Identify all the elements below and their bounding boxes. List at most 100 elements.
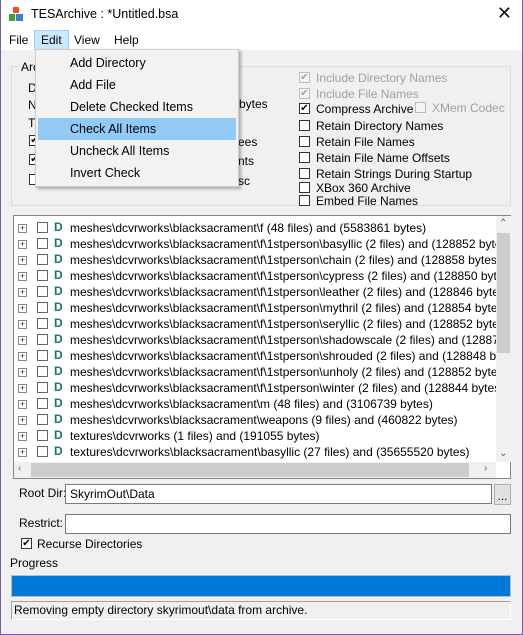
list-item[interactable]: + Dmeshes\dcvrworks\blacksacrament\f\1stp… <box>14 300 497 316</box>
list-item[interactable]: + Dmeshes\dcvrworks\blacksacrament\m (48 … <box>14 396 497 412</box>
directory-icon: D <box>54 332 63 346</box>
expand-icon[interactable]: + <box>18 320 27 329</box>
retain-strings-during-startup-checkbox[interactable] <box>299 168 310 179</box>
compress-archive-checkbox[interactable]: ✔ <box>299 103 310 114</box>
menu-bar: File Edit View Help <box>1 30 522 50</box>
directory-icon: D <box>54 236 63 250</box>
item-label: meshes\dcvrworks\blacksacrament\f\1stper… <box>70 237 497 251</box>
embed-file-names-checkbox[interactable] <box>299 195 310 206</box>
retain-file-name-offsets-checkbox[interactable] <box>299 152 310 163</box>
item-label: meshes\dcvrworks\blacksacrament\f\1stper… <box>70 333 497 347</box>
item-checkbox[interactable] <box>37 446 48 457</box>
xbox-360-archive-checkbox[interactable] <box>299 182 310 193</box>
item-checkbox[interactable] <box>37 254 48 265</box>
item-checkbox[interactable] <box>37 318 48 329</box>
list-item[interactable]: + Dmeshes\dcvrworks\blacksacrament\f\1stp… <box>14 284 497 300</box>
close-icon[interactable]: ✕ <box>497 3 512 24</box>
retain-directory-names-checkbox[interactable] <box>299 120 310 131</box>
hidden-fragment: nts <box>238 154 255 168</box>
item-checkbox[interactable] <box>37 430 48 441</box>
hidden-fragment: ees <box>238 135 258 149</box>
expand-icon[interactable]: + <box>18 304 27 313</box>
scroll-left-icon[interactable]: ‹ <box>18 463 21 474</box>
expand-icon[interactable]: + <box>18 224 27 233</box>
expand-icon[interactable]: + <box>18 336 27 345</box>
item-label: meshes\dcvrworks\blacksacrament\f\1stper… <box>70 269 497 283</box>
restrict-label: Restrict: <box>19 516 64 530</box>
menu-edit[interactable]: Edit <box>34 30 69 50</box>
item-checkbox[interactable] <box>37 238 48 249</box>
expand-icon[interactable]: + <box>18 256 27 265</box>
progress-fill <box>12 576 510 596</box>
menu-help[interactable]: Help <box>108 30 145 50</box>
restrict-input[interactable] <box>65 514 511 534</box>
status-text: Removing empty directory skyrimout\data … <box>11 601 511 620</box>
expand-icon[interactable]: + <box>18 272 27 281</box>
list-item[interactable]: + Dmeshes\dcvrworks\blacksacrament\f\1stp… <box>14 364 497 380</box>
xmem-codec-label: XMem Codec <box>432 101 505 115</box>
main-window: TESArchive : *Untitled.bsa ✕ File Edit V… <box>0 0 523 635</box>
expand-icon[interactable]: + <box>18 384 27 393</box>
xmem-codec-checkbox[interactable] <box>415 102 426 113</box>
menu-item-add-file[interactable]: Add File <box>38 74 236 96</box>
menu-item-invert-check[interactable]: Invert Check <box>38 162 236 184</box>
item-checkbox[interactable] <box>37 286 48 297</box>
menu-item-add-directory[interactable]: Add Directory <box>38 52 236 74</box>
retain-strings-during-startup-label: Retain Strings During Startup <box>316 167 473 181</box>
retain-file-names-checkbox[interactable] <box>299 136 310 147</box>
expand-icon[interactable]: + <box>18 240 27 249</box>
item-checkbox[interactable] <box>37 350 48 361</box>
expand-icon[interactable]: + <box>18 432 27 441</box>
expand-icon[interactable]: + <box>18 416 27 425</box>
item-checkbox[interactable] <box>37 366 48 377</box>
item-label: meshes\dcvrworks\blacksacrament\f\1stper… <box>70 349 497 363</box>
list-item[interactable]: + Dmeshes\dcvrworks\blacksacrament\f (48 … <box>14 220 497 236</box>
item-checkbox[interactable] <box>37 334 48 345</box>
include-directory-names-checkbox[interactable]: ✔ <box>299 72 310 83</box>
directory-list[interactable]: + Dmeshes\dcvrworks\blacksacrament\f (48 … <box>13 215 511 479</box>
hscroll-thumb[interactable] <box>31 463 469 477</box>
browse-button[interactable]: ... <box>494 484 511 505</box>
scroll-up-icon[interactable]: ⌃ <box>499 218 507 229</box>
expand-icon[interactable]: + <box>18 400 27 409</box>
progress-label: Progress <box>10 556 59 570</box>
menu-file[interactable]: File <box>3 30 34 50</box>
list-item[interactable]: + Dmeshes\dcvrworks\blacksacrament\weapon… <box>14 412 497 428</box>
menu-view[interactable]: View <box>68 30 106 50</box>
scroll-right-icon[interactable]: › <box>484 463 487 474</box>
retain-file-name-offsets-label: Retain File Name Offsets <box>316 151 450 165</box>
item-checkbox[interactable] <box>37 222 48 233</box>
directory-icon: D <box>54 220 63 234</box>
expand-icon[interactable]: + <box>18 352 27 361</box>
item-label: textures\dcvrworks\blacksacrament\basyll… <box>70 445 470 459</box>
menu-item-delete-checked-items[interactable]: Delete Checked Items <box>38 96 236 118</box>
root-dir-input[interactable]: SkyrimOut\Data <box>65 484 492 504</box>
expand-icon[interactable]: + <box>18 288 27 297</box>
menu-item-check-all-items[interactable]: Check All Items <box>38 118 236 140</box>
item-checkbox[interactable] <box>37 270 48 281</box>
scroll-down-icon[interactable]: ⌄ <box>499 448 507 459</box>
scroll-thumb[interactable] <box>497 233 510 353</box>
menu-item-uncheck-all-items[interactable]: Uncheck All Items <box>38 140 236 162</box>
horizontal-scrollbar[interactable]: ‹ › <box>14 462 496 478</box>
directory-icon: D <box>54 316 63 330</box>
list-item[interactable]: + Dtextures\dcvrworks\blacksacrament\basy… <box>14 444 497 460</box>
list-item[interactable]: + Dmeshes\dcvrworks\blacksacrament\f\1stp… <box>14 268 497 284</box>
list-item[interactable]: + Dmeshes\dcvrworks\blacksacrament\f\1stp… <box>14 348 497 364</box>
item-label: meshes\dcvrworks\blacksacrament\f\1stper… <box>70 253 497 267</box>
expand-icon[interactable]: + <box>18 448 27 457</box>
include-file-names-checkbox[interactable]: ✔ <box>299 88 310 99</box>
item-checkbox[interactable] <box>37 398 48 409</box>
list-item[interactable]: + Dmeshes\dcvrworks\blacksacrament\f\1stp… <box>14 236 497 252</box>
list-item[interactable]: + Dmeshes\dcvrworks\blacksacrament\f\1stp… <box>14 316 497 332</box>
list-item[interactable]: + Dmeshes\dcvrworks\blacksacrament\f\1stp… <box>14 332 497 348</box>
recurse-checkbox[interactable]: ✔ <box>21 538 32 549</box>
list-item[interactable]: + Dmeshes\dcvrworks\blacksacrament\f\1stp… <box>14 380 497 396</box>
item-checkbox[interactable] <box>37 302 48 313</box>
list-item[interactable]: + Dtextures\dcvrworks (1 files) and (1910… <box>14 428 497 444</box>
expand-icon[interactable]: + <box>18 368 27 377</box>
vertical-scrollbar[interactable]: ⌃ ⌄ <box>496 216 511 462</box>
item-checkbox[interactable] <box>37 414 48 425</box>
list-item[interactable]: + Dmeshes\dcvrworks\blacksacrament\f\1stp… <box>14 252 497 268</box>
item-checkbox[interactable] <box>37 382 48 393</box>
